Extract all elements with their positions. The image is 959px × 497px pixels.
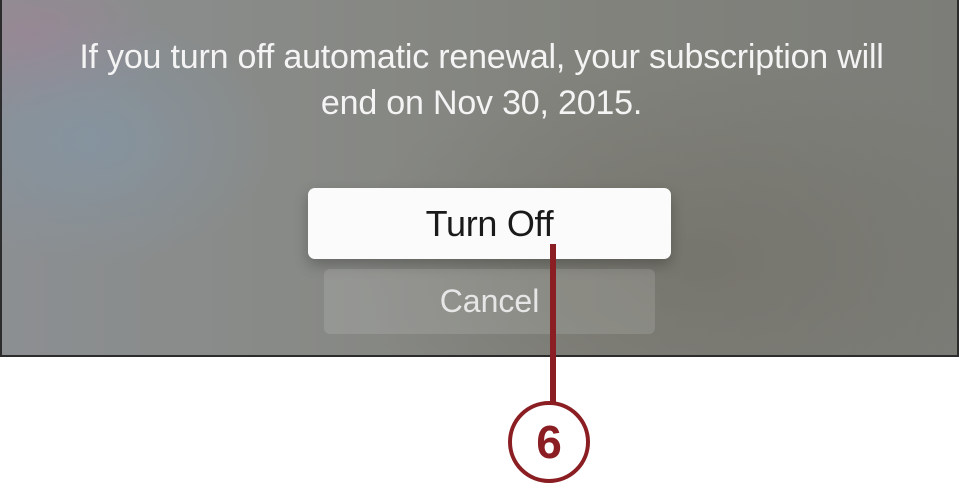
- callout-leader-line: [550, 244, 556, 409]
- message-line-1: If you turn off automatic renewal, your …: [79, 38, 884, 76]
- tv-screen: If you turn off automatic renewal, your …: [0, 0, 959, 357]
- turn-off-button[interactable]: Turn Off: [308, 188, 671, 259]
- renewal-message: If you turn off automatic renewal, your …: [2, 34, 957, 126]
- callout-step-badge: 6: [508, 401, 590, 483]
- cancel-button[interactable]: Cancel: [324, 269, 655, 334]
- figure: If you turn off automatic renewal, your …: [0, 0, 959, 497]
- message-line-2: end on Nov 30, 2015.: [320, 84, 643, 122]
- callout-step-number: 6: [536, 416, 562, 468]
